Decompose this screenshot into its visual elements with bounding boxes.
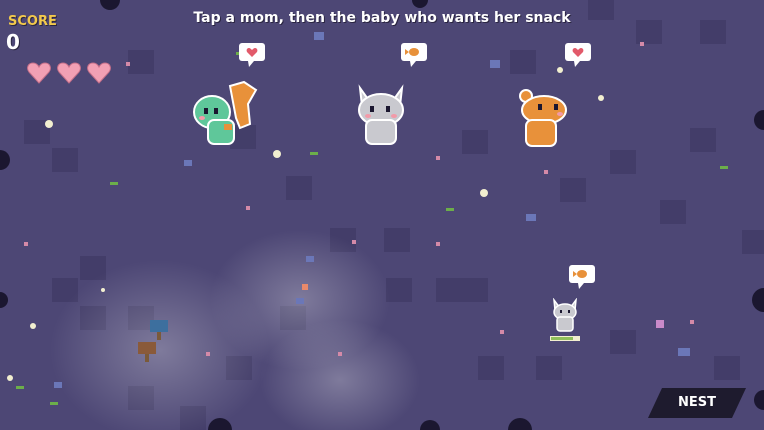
heart-icon <box>27 62 51 84</box>
lives-hearts <box>26 60 112 86</box>
speech-bubble <box>239 43 265 67</box>
mom-bear[interactable] <box>514 88 572 150</box>
heart-icon <box>57 62 81 84</box>
nest-button-label: NEST <box>678 395 716 410</box>
instruction-text: Tap a mom, then the baby who wants her s… <box>193 10 571 26</box>
baby-kitten[interactable] <box>550 298 580 344</box>
speech-bubble <box>401 43 427 67</box>
game-background <box>0 0 764 430</box>
heart-icon <box>87 62 111 84</box>
score-value: 0 <box>6 30 20 54</box>
speech-bubble <box>565 43 591 67</box>
mom-dinosaur[interactable] <box>190 78 260 150</box>
nest-button[interactable]: NEST <box>648 388 746 418</box>
speech-bubble <box>569 265 595 289</box>
mom-cat[interactable] <box>352 84 410 148</box>
